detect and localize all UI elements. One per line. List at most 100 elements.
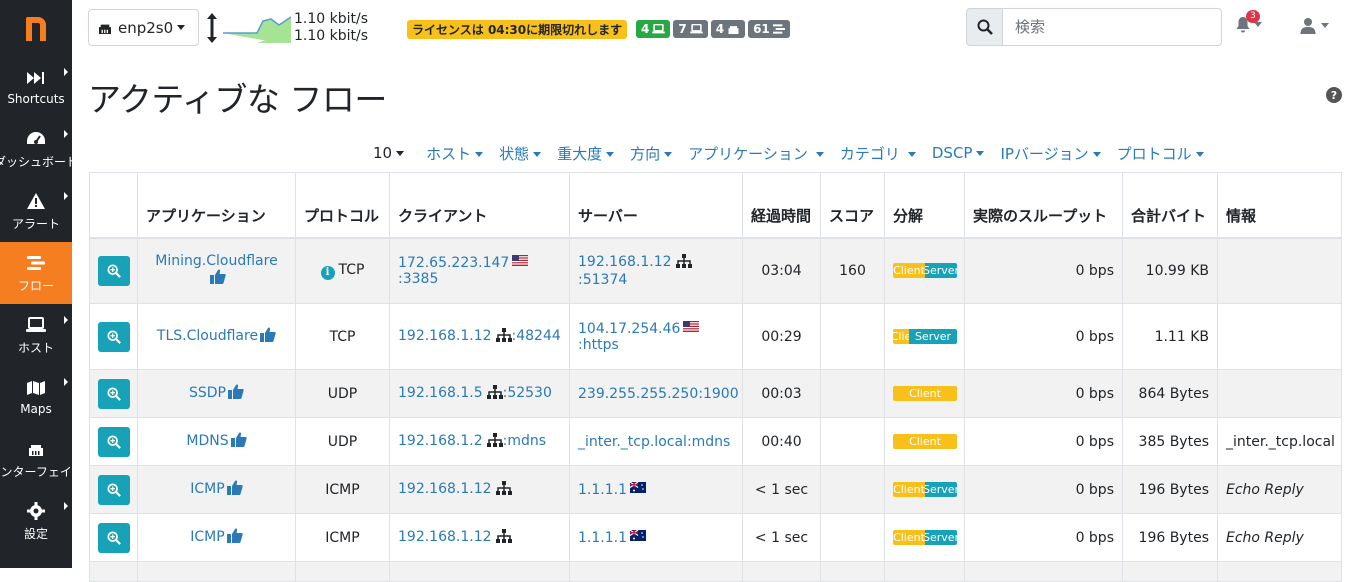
client-port-link[interactable]: :mdns bbox=[503, 433, 546, 449]
help-icon[interactable]: ? bbox=[1326, 87, 1342, 103]
table-row: MDNS UDP 192.168.1.2:mdns _inter._tcp.lo… bbox=[89, 417, 1342, 466]
interface-selector[interactable]: enp2s0 bbox=[88, 9, 199, 46]
protocol: ICMP bbox=[295, 465, 390, 514]
local-hosts-badge[interactable]: 4 bbox=[636, 20, 671, 38]
search-button[interactable] bbox=[966, 8, 1003, 46]
interface-name: enp2s0 bbox=[118, 18, 174, 37]
search-input[interactable] bbox=[1003, 8, 1222, 46]
zoom-in-icon bbox=[107, 482, 121, 497]
app-link[interactable]: MDNS bbox=[186, 433, 228, 449]
col-protocol[interactable]: プロトコル bbox=[295, 172, 390, 239]
score bbox=[820, 465, 885, 514]
chevron-down-icon bbox=[815, 151, 824, 157]
client-ip-link[interactable]: 192.168.1.12 bbox=[398, 328, 492, 344]
thumbs-up-icon bbox=[209, 269, 226, 288]
chevron-down-icon bbox=[664, 151, 673, 157]
server-port-link[interactable]: :51374 bbox=[578, 272, 627, 288]
server-ip-link[interactable]: 192.168.1.12 bbox=[578, 254, 672, 270]
col-application[interactable]: アプリケーション bbox=[137, 172, 296, 239]
flow-details-button[interactable] bbox=[98, 378, 130, 409]
col-duration[interactable]: 経過時間 bbox=[742, 172, 821, 239]
sidebar-item-maps[interactable]: Maps bbox=[0, 366, 72, 428]
sidebar-item-label: アラート bbox=[11, 216, 60, 231]
client-ip-link[interactable]: 172.65.223.147 bbox=[398, 255, 509, 271]
alerts-dropdown[interactable]: 3 bbox=[1235, 10, 1262, 33]
col-client[interactable]: クライアント bbox=[389, 172, 570, 239]
col-score[interactable]: スコア bbox=[820, 172, 885, 239]
filter-host[interactable]: ホスト bbox=[426, 143, 484, 164]
sidebar-item-flows[interactable]: フロー bbox=[0, 242, 72, 304]
app-link[interactable]: TLS.Cloudflare bbox=[157, 328, 258, 344]
flow-details-button[interactable] bbox=[98, 522, 130, 553]
stream-icon bbox=[772, 24, 785, 34]
client-port-link[interactable]: :3385 bbox=[398, 271, 438, 287]
filter-severity[interactable]: 重大度 bbox=[557, 143, 615, 164]
ethernet-icon bbox=[97, 19, 118, 37]
server-port-link[interactable]: :https bbox=[578, 337, 619, 353]
filter-dscp[interactable]: DSCP bbox=[932, 144, 985, 162]
throughput: 0 bps bbox=[964, 465, 1123, 514]
info-icon[interactable]: i bbox=[320, 265, 335, 280]
chevron-down-icon bbox=[976, 151, 985, 156]
app-link[interactable]: ICMP bbox=[190, 529, 224, 545]
license-badge[interactable]: ライセンスは 04:30に期限切れします bbox=[407, 20, 628, 39]
map-icon bbox=[26, 378, 46, 398]
sidebar-item-interfaces[interactable]: インターフェイス bbox=[0, 428, 83, 490]
gauge-icon bbox=[26, 129, 46, 149]
app-link[interactable]: SSDP bbox=[189, 385, 226, 401]
sidebar-item-alerts[interactable]: アラート bbox=[0, 180, 72, 242]
filter-protocol[interactable]: プロトコル bbox=[1117, 143, 1204, 164]
app-link[interactable]: ICMP bbox=[190, 481, 224, 497]
sidebar-item-label: 設定 bbox=[23, 526, 48, 541]
filter-status[interactable]: 状態 bbox=[499, 143, 542, 164]
local-network-icon bbox=[675, 253, 692, 272]
col-total-bytes[interactable]: 合計バイト bbox=[1122, 172, 1218, 239]
throughput: 0 bps bbox=[964, 369, 1123, 418]
col-server[interactable]: サーバー bbox=[569, 172, 743, 239]
score: 160 bbox=[820, 237, 885, 304]
submenu-arrow-icon bbox=[64, 502, 68, 510]
sidebar-item-dashboard[interactable]: ダッシュボード bbox=[0, 118, 78, 180]
remote-hosts-badge[interactable]: 7 bbox=[673, 20, 708, 38]
duration: 00:29 bbox=[742, 303, 821, 370]
col-info[interactable]: 情報 bbox=[1217, 172, 1342, 239]
server-port-link[interactable]: :mdns bbox=[687, 434, 730, 450]
server-ip-link[interactable]: 104.17.254.46 bbox=[578, 321, 680, 337]
flows-badge[interactable]: 61 bbox=[748, 20, 790, 38]
server-ip-link[interactable]: _inter._tcp.local bbox=[578, 434, 687, 450]
devices-badge[interactable]: 4 bbox=[710, 20, 746, 38]
client-port-link[interactable]: :48244 bbox=[512, 328, 561, 344]
alerts-count-badge: 3 bbox=[1246, 10, 1260, 23]
sidebar-item-hosts[interactable]: ホスト bbox=[0, 304, 72, 366]
server-ip-link[interactable]: 1.1.1.1 bbox=[578, 482, 627, 498]
client-ip-link[interactable]: 192.168.1.5 bbox=[398, 385, 483, 401]
server-ip-link[interactable]: 1.1.1.1 bbox=[578, 530, 627, 546]
filter-category[interactable]: カテゴリ bbox=[840, 143, 916, 164]
flow-details-button[interactable] bbox=[98, 474, 130, 505]
flow-details-button[interactable] bbox=[98, 321, 130, 352]
total-bytes: 196 Bytes bbox=[1122, 513, 1218, 562]
client-ip-link[interactable]: 192.168.1.12 bbox=[398, 529, 492, 545]
breakdown-bar: Client bbox=[893, 434, 957, 449]
client-ip-link[interactable]: 192.168.1.12 bbox=[398, 481, 492, 497]
au-flag-icon bbox=[629, 481, 646, 493]
duration: 00:40 bbox=[742, 417, 821, 466]
client-ip-link[interactable]: 192.168.1.2 bbox=[398, 433, 483, 449]
filter-direction[interactable]: 方向 bbox=[630, 143, 673, 164]
sidebar-item-settings[interactable]: 設定 bbox=[0, 490, 72, 552]
server-ip-link[interactable]: 239.255.255.250 bbox=[578, 386, 698, 402]
filter-application[interactable]: アプリケーション bbox=[688, 143, 824, 164]
app-link[interactable]: Mining.Cloudflare bbox=[155, 253, 277, 269]
page-length-select[interactable]: 10 bbox=[373, 144, 405, 162]
ntopng-logo[interactable] bbox=[0, 0, 72, 56]
col-throughput[interactable]: 実際のスループット bbox=[964, 172, 1123, 239]
filter-ip-version[interactable]: IPバージョン bbox=[1000, 143, 1101, 164]
flow-details-button[interactable] bbox=[98, 255, 130, 286]
server-port-link[interactable]: :1900 bbox=[698, 386, 738, 402]
zoom-in-icon bbox=[107, 434, 121, 449]
client-port-link[interactable]: :52530 bbox=[503, 385, 552, 401]
sidebar-item-shortcuts[interactable]: Shortcuts bbox=[0, 56, 72, 118]
user-menu[interactable] bbox=[1300, 17, 1329, 34]
flow-details-button[interactable] bbox=[98, 426, 130, 457]
duration: < 1 sec bbox=[742, 465, 821, 514]
